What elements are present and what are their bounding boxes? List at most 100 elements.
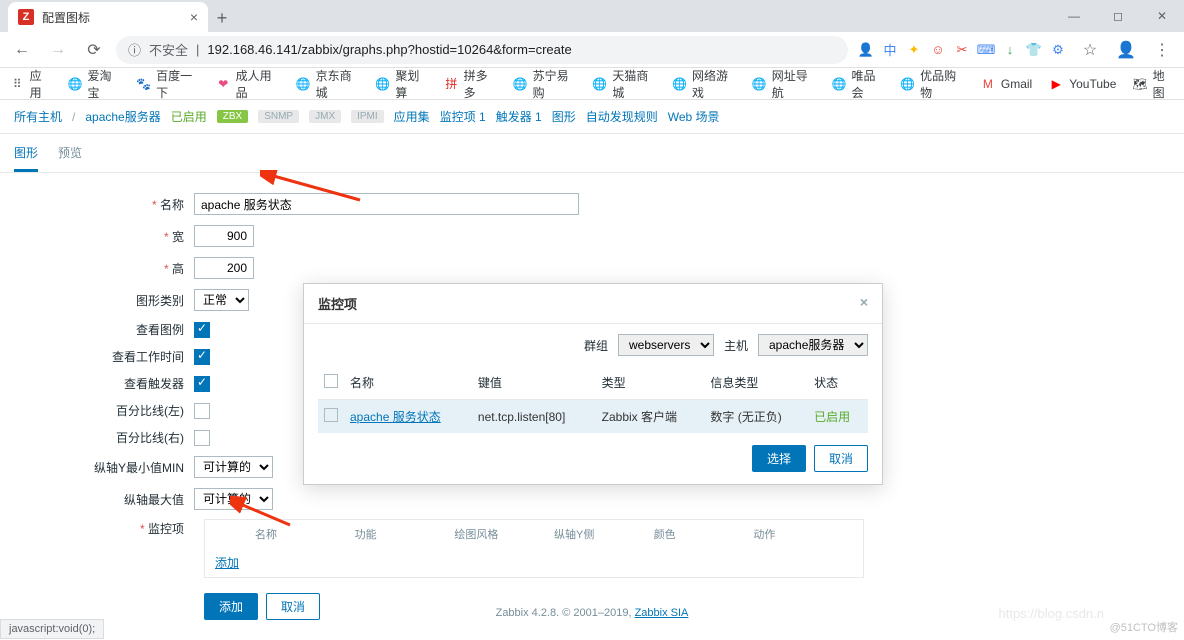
ext-icon[interactable]: 👕 bbox=[1024, 40, 1044, 60]
bookmark-item[interactable]: 🐾百度一下 bbox=[136, 67, 200, 101]
bookmark-item[interactable]: 🌐苏宁易购 bbox=[513, 67, 577, 101]
input-width[interactable] bbox=[194, 225, 254, 247]
add-item-link[interactable]: 添加 bbox=[215, 556, 239, 570]
checkbox-legend[interactable] bbox=[194, 322, 210, 338]
bookmark-item[interactable]: MGmail bbox=[980, 76, 1032, 92]
ext-icon[interactable]: ✂ bbox=[952, 40, 972, 60]
bookmark-item[interactable]: 🌐天猫商城 bbox=[592, 67, 656, 101]
items-modal: 监控项 × 群组 webservers 主机 apache服务器 名称 键值 类… bbox=[303, 283, 883, 485]
tab-preview[interactable]: 预览 bbox=[58, 144, 82, 172]
badge-snmp: SNMP bbox=[258, 110, 299, 123]
globe-icon: 🌐 bbox=[296, 76, 311, 92]
modal-title: 监控项 bbox=[318, 294, 357, 313]
modal-group-select[interactable]: webservers bbox=[618, 334, 714, 356]
window-controls: — ◻ ✕ bbox=[1052, 0, 1184, 32]
youtube-icon: ▶ bbox=[1048, 76, 1064, 92]
bookmarks-bar: ⠿应用 🌐爱淘宝 🐾百度一下 ❤成人用品 🌐京东商城 🌐聚划算 拼拼多多 🌐苏宁… bbox=[0, 68, 1184, 100]
breadcrumb-graphs[interactable]: 图形 bbox=[552, 108, 576, 125]
footer-link[interactable]: Zabbix SIA bbox=[635, 607, 689, 619]
modal-close-icon[interactable]: × bbox=[860, 294, 868, 313]
checkbox-worktime[interactable] bbox=[194, 349, 210, 365]
items-table: 名称 功能 绘图风格 纵轴Y侧 颜色 动作 添加 bbox=[204, 519, 864, 578]
pdd-icon: 拼 bbox=[444, 76, 459, 92]
tab-title: 配置图标 bbox=[42, 9, 90, 26]
ext-icon[interactable]: 👤 bbox=[856, 40, 876, 60]
col-color: 颜色 bbox=[654, 526, 754, 542]
select-ymin[interactable]: 可计算的 bbox=[194, 456, 273, 478]
checkbox-row[interactable] bbox=[324, 408, 338, 422]
back-button[interactable]: ← bbox=[8, 36, 36, 64]
minimize-icon[interactable]: — bbox=[1052, 0, 1096, 32]
heart-icon: ❤ bbox=[216, 76, 231, 92]
forward-button[interactable]: → bbox=[44, 36, 72, 64]
bookmark-item[interactable]: 🌐优品购物 bbox=[900, 67, 964, 101]
browser-tab[interactable]: Z 配置图标 × bbox=[8, 2, 208, 32]
ext-icon[interactable]: ⚙ bbox=[1048, 40, 1068, 60]
ext-icon[interactable]: ↓ bbox=[1000, 40, 1020, 60]
modal-host-select[interactable]: apache服务器 bbox=[758, 334, 868, 356]
address-bar: ← → ⟳ ⓘ 不安全 | 192.168.46.141/zabbix/grap… bbox=[0, 32, 1184, 68]
bookmark-item[interactable]: 🌐聚划算 bbox=[375, 67, 428, 101]
breadcrumb-apps[interactable]: 应用集 bbox=[394, 108, 430, 125]
badge-zbx: ZBX bbox=[217, 110, 248, 123]
modal-col-status: 状态 bbox=[808, 366, 868, 400]
modal-col-name: 名称 bbox=[344, 366, 472, 400]
breadcrumb-items[interactable]: 监控项 1 bbox=[440, 108, 486, 125]
col-yaxis: 纵轴Y侧 bbox=[554, 526, 654, 542]
bookmark-item[interactable]: 🌐网络游戏 bbox=[672, 67, 736, 101]
modal-col-info: 信息类型 bbox=[704, 366, 808, 400]
col-func: 功能 bbox=[355, 526, 455, 542]
breadcrumb-triggers[interactable]: 触发器 1 bbox=[496, 108, 542, 125]
apps-button[interactable]: ⠿应用 bbox=[10, 67, 52, 101]
badge-jmx: JMX bbox=[309, 110, 341, 123]
checkbox-percent-right[interactable] bbox=[194, 430, 210, 446]
modal-select-button[interactable]: 选择 bbox=[752, 445, 806, 472]
gmail-icon: M bbox=[980, 76, 996, 92]
maximize-icon[interactable]: ◻ bbox=[1096, 0, 1140, 32]
tab-graph[interactable]: 图形 bbox=[14, 144, 38, 172]
bookmark-item[interactable]: 🌐网址导航 bbox=[752, 67, 816, 101]
info-icon: ⓘ bbox=[128, 40, 141, 59]
reload-button[interactable]: ⟳ bbox=[80, 36, 108, 64]
col-name: 名称 bbox=[255, 526, 355, 542]
star-icon[interactable]: ☆ bbox=[1076, 36, 1104, 64]
bookmark-item[interactable]: 拼拼多多 bbox=[444, 67, 497, 101]
security-label: 不安全 bbox=[149, 40, 188, 59]
checkbox-percent-left[interactable] bbox=[194, 403, 210, 419]
ext-icon[interactable]: ✦ bbox=[904, 40, 924, 60]
ext-icon[interactable]: ⌨ bbox=[976, 40, 996, 60]
breadcrumb-web[interactable]: Web 场景 bbox=[668, 108, 720, 125]
bookmark-item[interactable]: 🗺地图 bbox=[1132, 67, 1174, 101]
label-triggers: 查看触发器 bbox=[14, 375, 194, 392]
ext-icon[interactable]: 中 bbox=[880, 40, 900, 60]
globe-icon: 🌐 bbox=[832, 76, 847, 92]
profile-icon[interactable]: 👤 bbox=[1112, 36, 1140, 64]
new-tab-button[interactable]: + bbox=[208, 4, 236, 32]
bookmark-item[interactable]: 🌐京东商城 bbox=[296, 67, 360, 101]
menu-icon[interactable]: ⋮ bbox=[1148, 36, 1176, 64]
bookmark-item[interactable]: ❤成人用品 bbox=[216, 67, 280, 101]
close-tab-icon[interactable]: × bbox=[190, 9, 198, 25]
modal-col-type: 类型 bbox=[596, 366, 705, 400]
checkbox-triggers[interactable] bbox=[194, 376, 210, 392]
input-name[interactable] bbox=[194, 193, 579, 215]
breadcrumb-discovery[interactable]: 自动发现规则 bbox=[586, 108, 658, 125]
breadcrumb-all-hosts[interactable]: 所有主机 bbox=[14, 108, 62, 125]
omnibox[interactable]: ⓘ 不安全 | 192.168.46.141/zabbix/graphs.php… bbox=[116, 36, 848, 64]
checkbox-all[interactable] bbox=[324, 374, 338, 388]
modal-row-name[interactable]: apache 服务状态 bbox=[350, 410, 441, 424]
close-window-icon[interactable]: ✕ bbox=[1140, 0, 1184, 32]
bookmark-item[interactable]: 🌐爱淘宝 bbox=[68, 67, 121, 101]
ext-icon[interactable]: ☺ bbox=[928, 40, 948, 60]
modal-item-row[interactable]: apache 服务状态 net.tcp.listen[80] Zabbix 客户… bbox=[318, 400, 868, 434]
globe-icon: 🌐 bbox=[900, 76, 915, 92]
breadcrumb-host[interactable]: apache服务器 bbox=[85, 108, 160, 125]
bookmark-item[interactable]: 🌐唯品会 bbox=[832, 67, 885, 101]
bookmark-item[interactable]: ▶YouTube bbox=[1048, 76, 1116, 92]
label-height: 高 bbox=[14, 260, 194, 277]
extension-icons: 👤 中 ✦ ☺ ✂ ⌨ ↓ 👕 ⚙ bbox=[856, 40, 1068, 60]
input-height[interactable] bbox=[194, 257, 254, 279]
modal-cancel-button[interactable]: 取消 bbox=[814, 445, 868, 472]
select-type[interactable]: 正常 bbox=[194, 289, 249, 311]
select-ymax[interactable]: 可计算的 bbox=[194, 488, 273, 510]
